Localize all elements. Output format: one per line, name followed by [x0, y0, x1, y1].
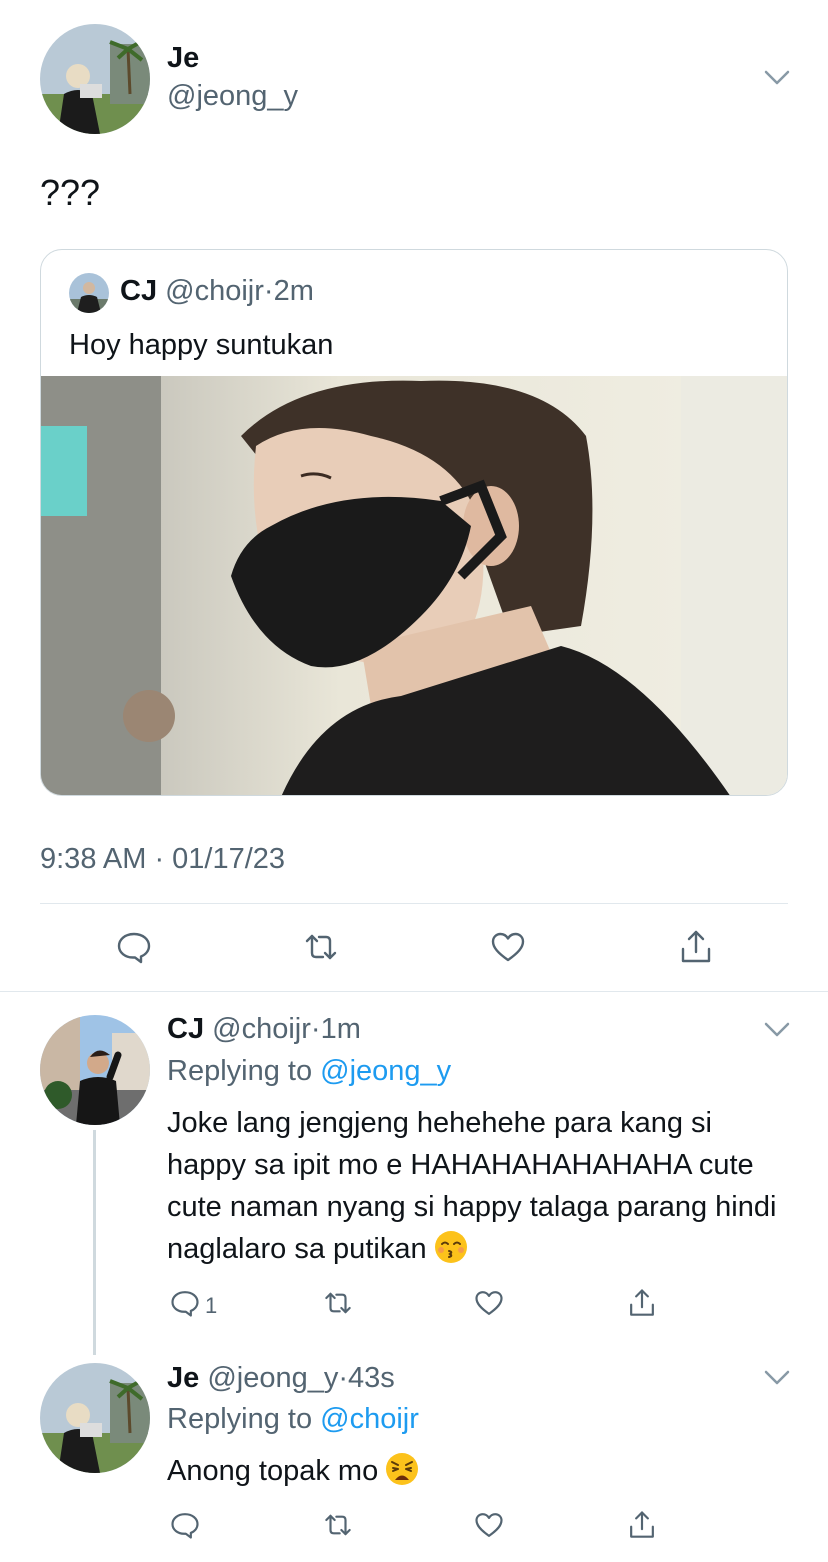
quoted-author-avatar	[69, 273, 109, 313]
author-handle[interactable]: @jeong_y	[167, 80, 298, 113]
share-icon	[630, 1511, 654, 1538]
like-button[interactable]	[490, 929, 526, 965]
tweet-text: ???	[40, 172, 101, 213]
like-icon	[475, 1291, 503, 1315]
reply-author-avatar[interactable]	[40, 1363, 150, 1473]
retweet-button[interactable]	[323, 1510, 359, 1546]
retweet-icon	[305, 934, 337, 960]
separator: ·	[310, 1013, 321, 1045]
replying-to: Replying to @jeong_y	[167, 1055, 451, 1088]
reply-button[interactable]	[116, 929, 152, 965]
reply-icon	[171, 1513, 199, 1539]
chevron-down-icon[interactable]	[764, 1370, 790, 1386]
reply-author-handle[interactable]: @choijr	[212, 1013, 311, 1045]
tweet-timestamp[interactable]: 9:38 AM · 01/17/23	[40, 843, 285, 876]
separator: ·	[263, 275, 274, 307]
reply-time: 43s	[348, 1362, 395, 1394]
quoted-tweet[interactable]: CJ @choijr·2m Hoy happy suntukan	[40, 249, 788, 796]
share-button[interactable]	[627, 1288, 663, 1324]
reply-text: Joke lang jengjeng hehehehe para kang si…	[167, 1102, 797, 1270]
share-button[interactable]	[678, 929, 714, 965]
quoted-photo[interactable]	[41, 376, 787, 795]
quoted-text: Hoy happy suntukan	[69, 329, 334, 361]
retweet-icon	[325, 1514, 351, 1536]
share-button[interactable]	[627, 1510, 663, 1546]
weary-face-icon	[386, 1453, 419, 1485]
retweet-button[interactable]	[323, 1288, 359, 1324]
reply-time: 1m	[320, 1013, 361, 1045]
like-icon	[475, 1513, 503, 1537]
separator: ·	[338, 1362, 349, 1394]
reply-header: CJ @choijr·1m	[167, 1013, 361, 1046]
reply-button[interactable]	[170, 1510, 206, 1546]
replying-label: Replying to	[167, 1055, 313, 1087]
chevron-down-icon[interactable]	[764, 1022, 790, 1038]
reply-count: 1	[205, 1293, 218, 1318]
reply-header: Je @jeong_y·43s	[167, 1362, 395, 1395]
chevron-down-icon[interactable]	[764, 70, 790, 86]
quoted-header: CJ @choijr·2m	[120, 275, 314, 308]
replying-mention[interactable]: @choijr	[320, 1403, 419, 1435]
retweet-icon	[325, 1292, 351, 1314]
like-button[interactable]	[474, 1288, 510, 1324]
kissing-face-with-closed-eyes-icon	[434, 1231, 467, 1263]
quoted-time: 2m	[273, 275, 314, 307]
reply-author-name[interactable]: Je	[167, 1362, 199, 1394]
replying-label: Replying to	[167, 1403, 313, 1435]
reply-text-body: Anong topak mo	[167, 1455, 379, 1487]
author-name[interactable]: Je	[167, 42, 199, 75]
reply-text-body: Joke lang jengjeng hehehehe para kang si…	[167, 1107, 777, 1265]
reply-button[interactable]	[170, 1288, 206, 1324]
replying-mention[interactable]: @jeong_y	[320, 1055, 451, 1087]
reply-text: Anong topak mo	[167, 1450, 797, 1492]
reply-icon	[117, 932, 151, 964]
quoted-author-name: CJ	[120, 275, 158, 307]
thread-line	[93, 1130, 96, 1355]
like-button[interactable]	[474, 1510, 510, 1546]
quoted-author-handle: @choijr	[165, 275, 264, 307]
like-icon	[491, 932, 525, 962]
reply-author-name[interactable]: CJ	[167, 1013, 204, 1045]
divider	[0, 991, 828, 992]
share-icon	[681, 930, 711, 963]
reply-author-avatar[interactable]	[40, 1015, 150, 1125]
retweet-button[interactable]	[303, 929, 339, 965]
reply-author-handle[interactable]: @jeong_y	[207, 1362, 338, 1394]
author-avatar[interactable]	[40, 24, 150, 134]
replying-to: Replying to @choijr	[167, 1403, 419, 1436]
share-icon	[630, 1289, 654, 1316]
reply-icon	[171, 1291, 199, 1317]
divider	[40, 903, 788, 904]
